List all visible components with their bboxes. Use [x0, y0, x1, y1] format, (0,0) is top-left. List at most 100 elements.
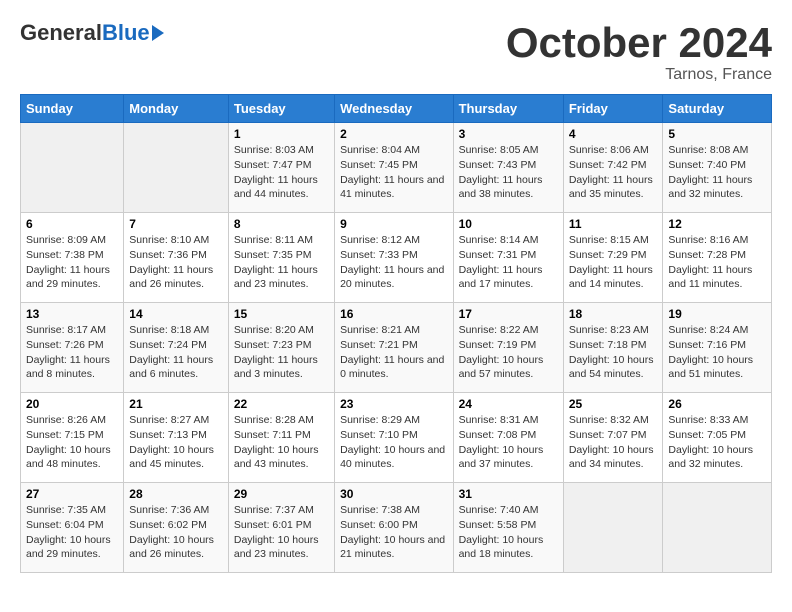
calendar-cell: 25Sunrise: 8:32 AM Sunset: 7:07 PM Dayli… [563, 393, 663, 483]
day-number: 25 [569, 397, 658, 411]
day-number: 26 [668, 397, 766, 411]
day-info: Sunrise: 8:31 AM Sunset: 7:08 PM Dayligh… [459, 413, 558, 472]
day-number: 15 [234, 307, 329, 321]
day-number: 9 [340, 217, 447, 231]
calendar-cell: 1 Sunrise: 8:03 AM Sunset: 7:47 PM Daylig… [228, 123, 334, 213]
day-number: 5 [668, 127, 766, 141]
day-info: Sunrise: 8:12 AM Sunset: 7:33 PM Dayligh… [340, 233, 447, 292]
day-info: Sunrise: 8:03 AM Sunset: 7:47 PM Dayligh… [234, 143, 329, 202]
day-number: 14 [129, 307, 223, 321]
day-number: 28 [129, 487, 223, 501]
day-info: Sunrise: 8:29 AM Sunset: 7:10 PM Dayligh… [340, 413, 447, 472]
calendar-cell: 22Sunrise: 8:28 AM Sunset: 7:11 PM Dayli… [228, 393, 334, 483]
day-number: 22 [234, 397, 329, 411]
calendar-header: SundayMondayTuesdayWednesdayThursdayFrid… [21, 95, 772, 123]
weekday-header-thursday: Thursday [453, 95, 563, 123]
day-number: 2 [340, 127, 447, 141]
day-info: Sunrise: 8:21 AM Sunset: 7:21 PM Dayligh… [340, 323, 447, 382]
month-title: October 2024 [506, 20, 772, 66]
calendar-cell: 4 Sunrise: 8:06 AM Sunset: 7:42 PM Daylig… [563, 123, 663, 213]
calendar-cell: 19 Sunrise: 8:24 AM Sunset: 7:16 PM Dayli… [663, 303, 772, 393]
logo-general-text: General [20, 20, 102, 46]
logo: General Blue [20, 20, 164, 46]
day-info: Sunrise: 7:36 AM Sunset: 6:02 PM Dayligh… [129, 503, 223, 562]
calendar-cell [124, 123, 229, 213]
day-number: 12 [668, 217, 766, 231]
calendar-cell: 28 Sunrise: 7:36 AM Sunset: 6:02 PM Dayli… [124, 483, 229, 573]
calendar-cell: 16 Sunrise: 8:21 AM Sunset: 7:21 PM Dayli… [335, 303, 453, 393]
day-number: 16 [340, 307, 447, 321]
day-info: Sunrise: 8:08 AM Sunset: 7:40 PM Dayligh… [668, 143, 766, 202]
day-info: Sunrise: 8:10 AM Sunset: 7:36 PM Dayligh… [129, 233, 223, 292]
calendar-cell: 29 Sunrise: 7:37 AM Sunset: 6:01 PM Dayli… [228, 483, 334, 573]
weekday-header-saturday: Saturday [663, 95, 772, 123]
day-number: 19 [668, 307, 766, 321]
day-info: Sunrise: 8:23 AM Sunset: 7:18 PM Dayligh… [569, 323, 658, 382]
calendar-week-row: 1 Sunrise: 8:03 AM Sunset: 7:47 PM Daylig… [21, 123, 772, 213]
day-info: Sunrise: 8:33 AM Sunset: 7:05 PM Dayligh… [668, 413, 766, 472]
day-number: 11 [569, 217, 658, 231]
calendar-cell: 31Sunrise: 7:40 AM Sunset: 5:58 PM Dayli… [453, 483, 563, 573]
header-row: SundayMondayTuesdayWednesdayThursdayFrid… [21, 95, 772, 123]
calendar-cell: 12 Sunrise: 8:16 AM Sunset: 7:28 PM Dayli… [663, 213, 772, 303]
day-info: Sunrise: 7:37 AM Sunset: 6:01 PM Dayligh… [234, 503, 329, 562]
calendar-cell: 17Sunrise: 8:22 AM Sunset: 7:19 PM Dayli… [453, 303, 563, 393]
calendar-cell: 30Sunrise: 7:38 AM Sunset: 6:00 PM Dayli… [335, 483, 453, 573]
calendar-cell: 23Sunrise: 8:29 AM Sunset: 7:10 PM Dayli… [335, 393, 453, 483]
weekday-header-monday: Monday [124, 95, 229, 123]
calendar-cell [663, 483, 772, 573]
day-number: 1 [234, 127, 329, 141]
day-number: 10 [459, 217, 558, 231]
calendar-cell: 14 Sunrise: 8:18 AM Sunset: 7:24 PM Dayli… [124, 303, 229, 393]
title-area: October 2024 Tarnos, France [506, 20, 772, 84]
day-number: 18 [569, 307, 658, 321]
calendar-week-row: 6 Sunrise: 8:09 AM Sunset: 7:38 PM Daylig… [21, 213, 772, 303]
day-info: Sunrise: 8:06 AM Sunset: 7:42 PM Dayligh… [569, 143, 658, 202]
calendar-cell: 27Sunrise: 7:35 AM Sunset: 6:04 PM Dayli… [21, 483, 124, 573]
day-info: Sunrise: 7:38 AM Sunset: 6:00 PM Dayligh… [340, 503, 447, 562]
weekday-header-tuesday: Tuesday [228, 95, 334, 123]
weekday-header-sunday: Sunday [21, 95, 124, 123]
calendar-table: SundayMondayTuesdayWednesdayThursdayFrid… [20, 94, 772, 573]
page-header: General Blue October 2024 Tarnos, France [20, 20, 772, 84]
day-info: Sunrise: 8:18 AM Sunset: 7:24 PM Dayligh… [129, 323, 223, 382]
calendar-cell: 15 Sunrise: 8:20 AM Sunset: 7:23 PM Dayli… [228, 303, 334, 393]
calendar-cell: 24 Sunrise: 8:31 AM Sunset: 7:08 PM Dayli… [453, 393, 563, 483]
day-info: Sunrise: 8:16 AM Sunset: 7:28 PM Dayligh… [668, 233, 766, 292]
day-number: 20 [26, 397, 118, 411]
calendar-cell: 8 Sunrise: 8:11 AM Sunset: 7:35 PM Daylig… [228, 213, 334, 303]
calendar-week-row: 20 Sunrise: 8:26 AM Sunset: 7:15 PM Dayli… [21, 393, 772, 483]
logo-blue-text: Blue [102, 20, 150, 46]
day-info: Sunrise: 8:11 AM Sunset: 7:35 PM Dayligh… [234, 233, 329, 292]
day-info: Sunrise: 8:27 AM Sunset: 7:13 PM Dayligh… [129, 413, 223, 472]
day-number: 4 [569, 127, 658, 141]
day-number: 31 [459, 487, 558, 501]
day-info: Sunrise: 7:35 AM Sunset: 6:04 PM Dayligh… [26, 503, 118, 562]
day-info: Sunrise: 8:04 AM Sunset: 7:45 PM Dayligh… [340, 143, 447, 202]
day-info: Sunrise: 8:17 AM Sunset: 7:26 PM Dayligh… [26, 323, 118, 382]
calendar-cell: 3Sunrise: 8:05 AM Sunset: 7:43 PM Daylig… [453, 123, 563, 213]
weekday-header-wednesday: Wednesday [335, 95, 453, 123]
calendar-body: 1 Sunrise: 8:03 AM Sunset: 7:47 PM Daylig… [21, 123, 772, 573]
calendar-cell [563, 483, 663, 573]
day-info: Sunrise: 8:09 AM Sunset: 7:38 PM Dayligh… [26, 233, 118, 292]
day-info: Sunrise: 8:20 AM Sunset: 7:23 PM Dayligh… [234, 323, 329, 382]
logo-arrow-icon [152, 25, 164, 41]
calendar-week-row: 27Sunrise: 7:35 AM Sunset: 6:04 PM Dayli… [21, 483, 772, 573]
day-number: 24 [459, 397, 558, 411]
calendar-week-row: 13 Sunrise: 8:17 AM Sunset: 7:26 PM Dayli… [21, 303, 772, 393]
calendar-cell: 20 Sunrise: 8:26 AM Sunset: 7:15 PM Dayli… [21, 393, 124, 483]
day-number: 6 [26, 217, 118, 231]
calendar-cell: 5 Sunrise: 8:08 AM Sunset: 7:40 PM Daylig… [663, 123, 772, 213]
day-info: Sunrise: 8:26 AM Sunset: 7:15 PM Dayligh… [26, 413, 118, 472]
day-number: 13 [26, 307, 118, 321]
day-info: Sunrise: 8:14 AM Sunset: 7:31 PM Dayligh… [459, 233, 558, 292]
day-number: 8 [234, 217, 329, 231]
calendar-cell: 11Sunrise: 8:15 AM Sunset: 7:29 PM Dayli… [563, 213, 663, 303]
day-info: Sunrise: 8:24 AM Sunset: 7:16 PM Dayligh… [668, 323, 766, 382]
day-number: 29 [234, 487, 329, 501]
calendar-cell: 7Sunrise: 8:10 AM Sunset: 7:36 PM Daylig… [124, 213, 229, 303]
day-number: 17 [459, 307, 558, 321]
calendar-cell: 26 Sunrise: 8:33 AM Sunset: 7:05 PM Dayli… [663, 393, 772, 483]
weekday-header-friday: Friday [563, 95, 663, 123]
